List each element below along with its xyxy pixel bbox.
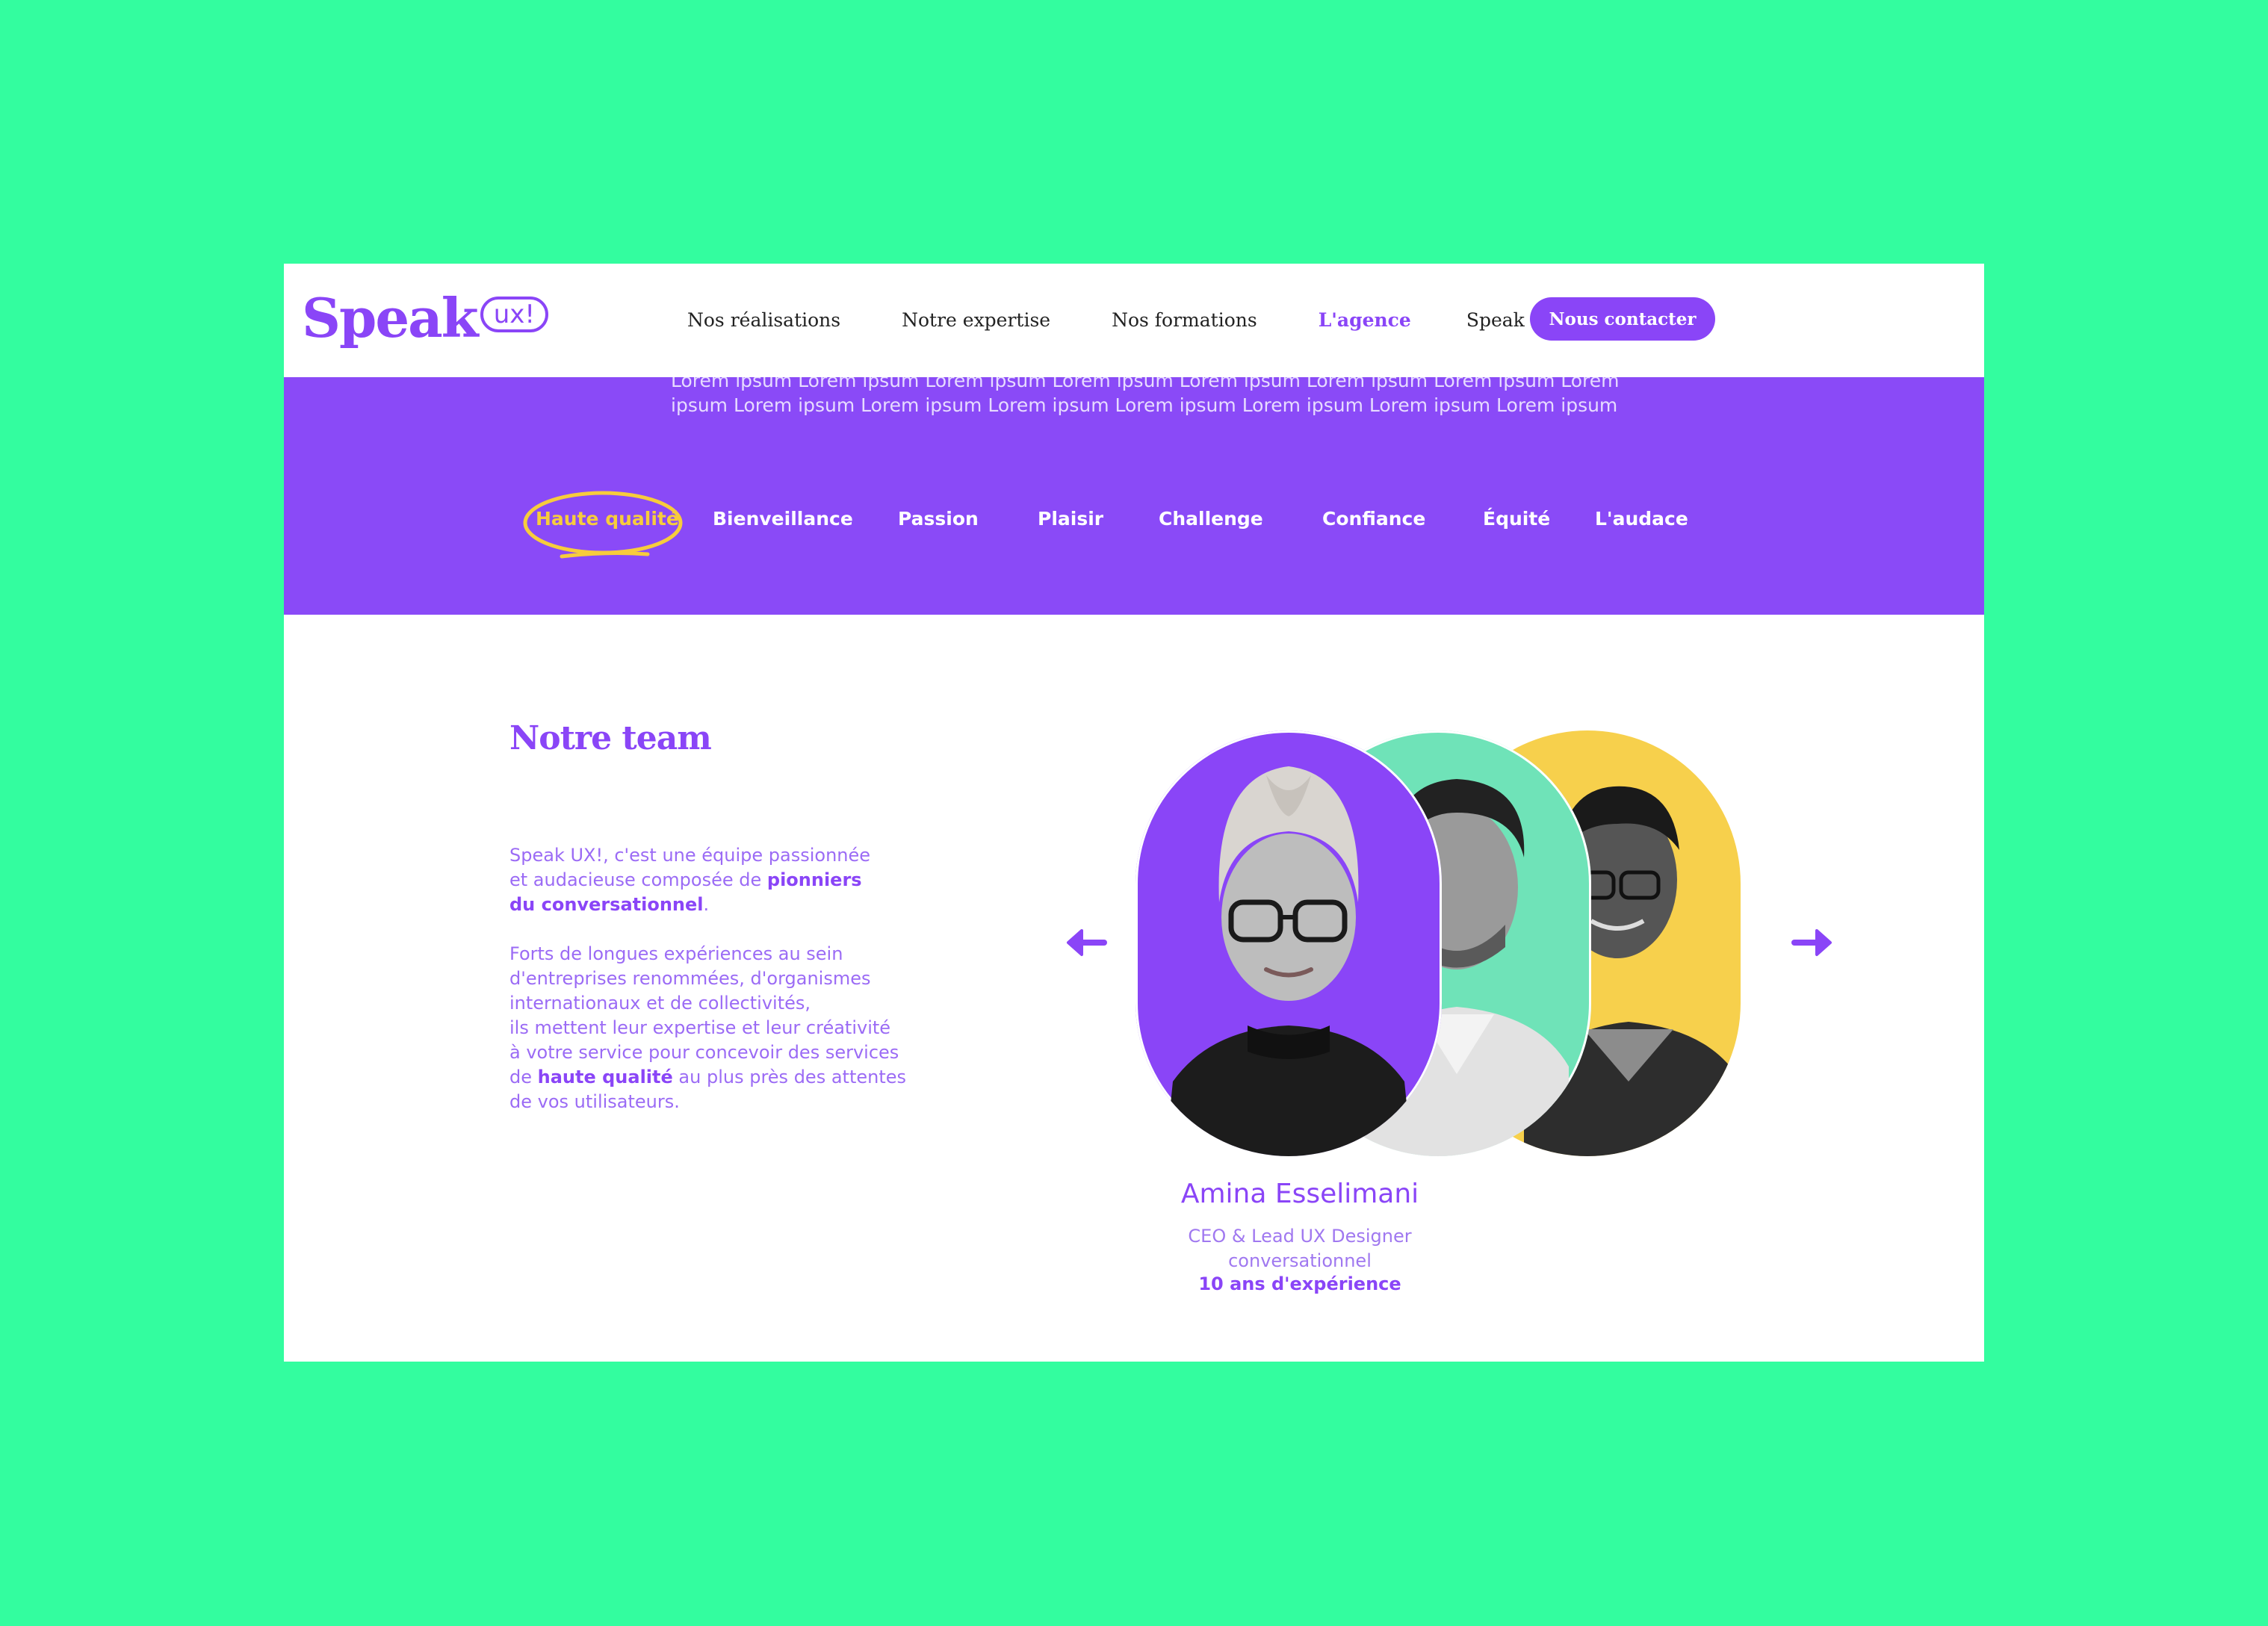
member-experience: 10 ans d'expérience (1198, 1273, 1401, 1294)
body-bold: haute qualité (537, 1067, 673, 1087)
team-body: Forts de longues expériences au sein d'e… (509, 942, 928, 1114)
intro-line: du conversationnel. (509, 893, 928, 917)
value-tab-passion[interactable]: Passion (898, 508, 979, 530)
body-line: internationaux et de collectivités, (509, 993, 811, 1014)
values-band: Lorem ipsum Lorem ipsum Lorem ipsum Lore… (284, 377, 1984, 615)
value-tab-equite[interactable]: Équité (1483, 508, 1550, 530)
team-intro: Speak UX!, c'est une équipe passionnée e… (509, 843, 928, 917)
intro-line: et audacieuse composée de pionniers (509, 868, 928, 893)
intro-line: Speak UX!, c'est une équipe passionnée (509, 845, 871, 866)
site-header: Speak ux! Nos réalisations Notre experti… (284, 264, 1984, 377)
logo-badge: ux! (480, 297, 548, 332)
lorem-line: Lorem ipsum Lorem ipsum Lorem ipsum Lore… (671, 377, 1620, 391)
arrow-right-icon[interactable] (1790, 926, 1835, 959)
nav-item-formations[interactable]: Nos formations (1112, 309, 1257, 331)
member-name: Amina Esselimani (1180, 1179, 1419, 1209)
body-line: Forts de longues expériences au sein (509, 943, 843, 964)
body-line: à votre service pour concevoir des servi… (509, 1042, 899, 1063)
body-line: de haute qualité au plus près des attent… (509, 1065, 928, 1090)
lorem-line: ipsum Lorem ipsum Lorem ipsum Lorem ipsu… (671, 394, 1618, 416)
team-title: Notre team (509, 719, 712, 757)
member-role-line: CEO & Lead UX Designer (1188, 1226, 1412, 1247)
main-nav: Nos réalisations Notre expertise Nos for… (687, 301, 1635, 338)
value-tab-bienveillance[interactable]: Bienveillance (713, 508, 853, 530)
body-line: ils mettent leur expertise et leur créat… (509, 1017, 891, 1038)
nav-item-expertise[interactable]: Notre expertise (902, 309, 1050, 331)
member-role: CEO & Lead UX Designer conversationnel (1091, 1224, 1509, 1273)
member-role-line: conversationnel (1228, 1250, 1372, 1271)
intro-end: . (703, 894, 710, 915)
value-tab-plaisir[interactable]: Plaisir (1038, 508, 1103, 530)
values-tabs: Haute qualité Bienveillance Passion Plai… (284, 491, 1984, 559)
nav-item-agence[interactable]: L'agence (1319, 309, 1411, 331)
value-tab-challenge[interactable]: Challenge (1159, 508, 1263, 530)
value-tab-audace[interactable]: L'audace (1595, 508, 1688, 530)
contact-button[interactable]: Nous contacter (1530, 297, 1715, 341)
value-tab-confiance[interactable]: Confiance (1322, 508, 1425, 530)
lorem-text: Lorem ipsum Lorem ipsum Lorem ipsum Lore… (671, 377, 1620, 418)
logo[interactable]: Speak ux! (302, 285, 548, 352)
body-line: d'entreprises renommées, d'organismes (509, 968, 871, 989)
team-photo-carousel[interactable] (1135, 730, 1748, 1164)
body-text: de (509, 1067, 532, 1087)
member-photo-1[interactable] (1135, 730, 1442, 1156)
value-tab-haute-qualite[interactable]: Haute qualité (536, 508, 679, 530)
intro-text: et audacieuse composée de (509, 869, 762, 890)
website-frame: Speak ux! Nos réalisations Notre experti… (284, 264, 1984, 1362)
body-line: de vos utilisateurs. (509, 1091, 680, 1112)
nav-item-realisations[interactable]: Nos réalisations (687, 309, 840, 331)
body-text: au plus près des attentes (678, 1067, 907, 1087)
logo-wordmark: Speak (302, 286, 479, 350)
arrow-left-icon[interactable] (1064, 926, 1109, 959)
intro-bold: pionniers (766, 869, 862, 890)
intro-bold: du conversationnel (509, 894, 704, 915)
